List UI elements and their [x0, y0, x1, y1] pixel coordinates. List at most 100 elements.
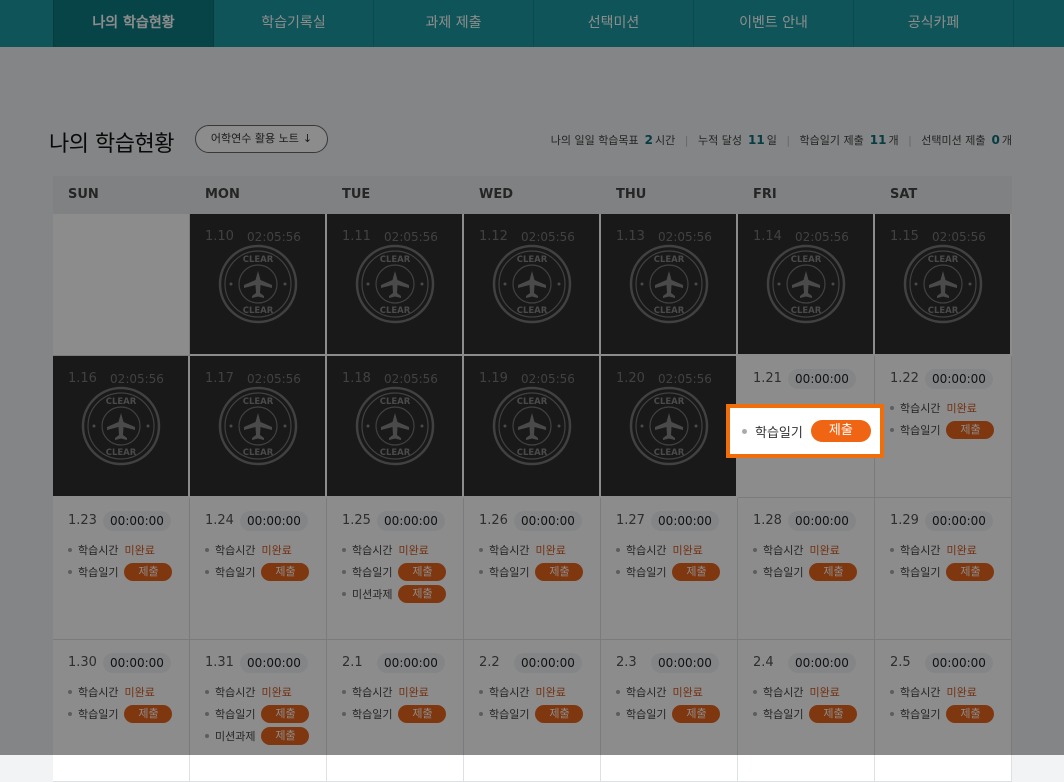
clear-stamp-icon: CLEAR CLEAR	[492, 386, 572, 466]
mission-submit-button[interactable]: 제출	[261, 727, 310, 745]
day-date: 1.29	[890, 513, 919, 528]
note-button-label: 어학연수 활용 노트	[210, 132, 299, 145]
day-task-list: 학습시간 미완료 학습일기 제출	[479, 539, 584, 583]
diary-submit-button[interactable]: 제출	[398, 705, 447, 723]
day-task-item: 학습시간 미완료	[616, 681, 720, 703]
study-diary-label: 학습일기	[78, 708, 119, 721]
study-time-label: 학습시간	[489, 544, 530, 557]
diary-submit-button[interactable]: 제출	[946, 421, 995, 439]
diary-submit-button[interactable]: 제출	[261, 563, 310, 581]
diary-submit-button[interactable]: 제출	[261, 705, 310, 723]
calendar-weekday-header: SUN MON TUE WED THU FRI SAT	[53, 176, 1012, 214]
day-study-time: 00:00:00	[240, 653, 308, 673]
divider: |	[786, 134, 791, 147]
day-task-list: 학습시간 미완료 학습일기 제출	[68, 539, 173, 583]
bullet-icon	[479, 570, 483, 574]
nav-tab[interactable]: 이벤트 안내	[694, 0, 854, 47]
bullet-icon	[68, 712, 72, 716]
bullet-icon	[205, 690, 209, 694]
day-task-item: 학습일기 제출	[68, 703, 173, 725]
bullet-icon	[342, 570, 346, 574]
calendar-day-cell: 2.3 00:00:00 학습시간 미완료 학습일기 제출	[601, 640, 738, 782]
day-task-list: 학습시간 미완료 학습일기 제출	[890, 397, 995, 441]
highlight-diary-label: 학습일기	[755, 425, 803, 441]
calendar-day-cell: 1.28 00:00:00 학습시간 미완료 학습일기 제출	[738, 498, 875, 640]
day-task-list: 학습시간 미완료 학습일기 제출	[753, 539, 858, 583]
stamp-text-bottom: CLEAR	[243, 306, 274, 316]
calendar-day-cell: 1.17 02:05:56 CLEAR CLEAR	[190, 356, 327, 498]
day-task-item: 학습일기 제출	[753, 703, 858, 725]
mission-submit-button[interactable]: 제출	[398, 585, 447, 603]
day-task-item: 학습시간 미완료	[342, 681, 446, 703]
diary-count-label: 학습일기 제출	[799, 134, 864, 147]
diary-submit-button[interactable]: 제출	[809, 705, 858, 723]
bullet-icon	[890, 570, 894, 574]
nav-tab[interactable]: 선택미션	[534, 0, 694, 47]
day-task-item: 학습일기 제출	[205, 561, 310, 583]
day-task-item: 학습일기 제출	[479, 703, 584, 725]
bullet-icon	[68, 548, 72, 552]
day-task-list: 학습시간 미완료학습일기 제출	[342, 681, 447, 725]
calendar-day-cell: 1.27 00:00:00 학습시간 미완료 학습일기 제출	[601, 498, 738, 640]
day-date: 1.23	[68, 513, 97, 528]
bullet-icon	[890, 690, 894, 694]
daily-goal-value: 2	[644, 133, 654, 147]
day-task-list: 학습시간 미완료 학습일기 제출	[205, 539, 310, 583]
nav-tab[interactable]: 과제 제출	[374, 0, 534, 47]
day-task-item: 학습시간 미완료	[890, 539, 994, 561]
day-date: 1.12	[479, 229, 508, 244]
diary-count-unit: 개	[888, 134, 899, 147]
nav-tab[interactable]: 공식카페	[854, 0, 1014, 47]
day-date: 1.13	[616, 229, 645, 244]
calendar-day-cell: 1.12 02:05:56 CLEAR CLEAR	[464, 214, 601, 356]
nav-tab[interactable]: 나의 학습현황	[53, 0, 214, 47]
day-study-time: 00:00:00	[925, 653, 993, 673]
day-study-time: 00:00:00	[651, 511, 719, 531]
incomplete-status: 미완료	[946, 544, 977, 557]
calendar-day-cell: 1.19 02:05:56 CLEAR CLEAR	[464, 356, 601, 498]
diary-submit-button[interactable]: 제출	[946, 705, 995, 723]
highlight-diary-submit-button[interactable]: 제출	[810, 420, 871, 442]
bullet-icon	[68, 690, 72, 694]
diary-submit-button[interactable]: 제출	[124, 705, 173, 723]
day-date: 1.22	[890, 371, 919, 386]
calendar-day-cell: 1.20 02:05:56 CLEAR CLEAR	[601, 356, 738, 498]
stamp-text-bottom: CLEAR	[928, 306, 959, 316]
day-study-time: 00:00:00	[514, 511, 582, 531]
bullet-icon	[68, 570, 72, 574]
clear-stamp-icon: CLEAR CLEAR	[218, 386, 298, 466]
bullet-icon	[205, 570, 209, 574]
study-note-download-button[interactable]: 어학연수 활용 노트 ↓	[195, 125, 328, 153]
page-title: 나의 학습현황	[49, 132, 174, 157]
stamp-text-top: CLEAR	[106, 397, 137, 407]
day-task-item: 학습일기 제출	[205, 703, 310, 725]
day-study-time: 00:00:00	[788, 369, 856, 389]
tutorial-highlight-box: 학습일기 제출	[726, 404, 884, 458]
mission-count-label: 선택미션 제출	[921, 134, 986, 147]
study-diary-label: 학습일기	[352, 708, 393, 721]
weekday-label: WED	[479, 187, 514, 202]
clear-stamp-icon: CLEAR CLEAR	[355, 386, 435, 466]
day-date: 1.26	[479, 513, 508, 528]
bullet-icon	[342, 690, 346, 694]
incomplete-status: 미완료	[946, 686, 977, 699]
diary-submit-button[interactable]: 제출	[398, 563, 447, 581]
mission-count-value: 0	[991, 133, 1000, 147]
nav-tab[interactable]: 학습기록실	[214, 0, 374, 47]
diary-submit-button[interactable]: 제출	[672, 563, 721, 581]
calendar-day-cell: 1.23 00:00:00 학습시간 미완료 학습일기 제출	[53, 498, 190, 640]
study-time-label: 학습시간	[215, 686, 256, 699]
calendar-day-cell: 1.18 02:05:56 CLEAR CLEAR	[327, 356, 464, 498]
diary-submit-button[interactable]: 제출	[809, 563, 858, 581]
calendar-week-row: 1.30 00:00:00 학습시간 미완료 학습일기 제출 1.31 00:00:00 학습시…	[53, 640, 1012, 782]
day-study-time: 00:00:00	[788, 653, 856, 673]
diary-submit-button[interactable]: 제출	[124, 563, 173, 581]
stamp-text-top: CLEAR	[791, 255, 822, 265]
diary-submit-button[interactable]: 제출	[946, 563, 995, 581]
diary-submit-button[interactable]: 제출	[535, 563, 584, 581]
diary-submit-button[interactable]: 제출	[672, 705, 721, 723]
day-task-item: 학습일기 제출	[342, 561, 447, 583]
diary-submit-button[interactable]: 제출	[535, 705, 584, 723]
study-diary-label: 학습일기	[900, 566, 941, 579]
achieved-label: 누적 달성	[698, 134, 742, 147]
